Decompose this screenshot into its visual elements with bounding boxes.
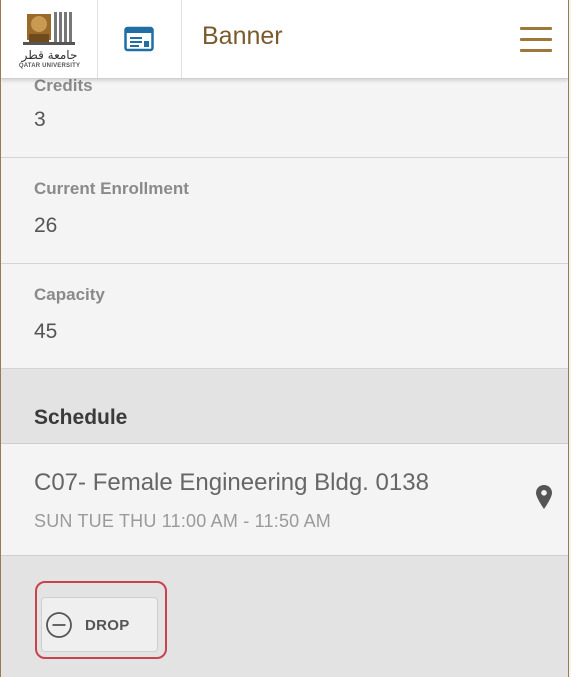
minus-circle-icon (46, 612, 72, 638)
logo-english-text: QATAR UNIVERSITY (18, 63, 81, 69)
field-value-capacity: 45 (34, 320, 58, 343)
field-current-enrollment: Current Enrollment 26 (1, 158, 568, 264)
schedule-heading: Schedule (34, 406, 128, 429)
university-logo[interactable]: جامعة قطر QATAR UNIVERSITY (1, 0, 98, 78)
schedule-time: SUN TUE THU 11:00 AM - 11:50 AM (34, 511, 331, 531)
drop-button[interactable]: DROP (41, 597, 158, 652)
field-capacity: Capacity 45 (1, 264, 568, 369)
field-value-current-enrollment: 26 (34, 214, 58, 237)
id-card-icon (124, 26, 154, 52)
menu-bar-top (520, 27, 552, 30)
menu-bar-bottom (520, 49, 552, 52)
app-icon-button[interactable] (98, 0, 182, 78)
qatar-university-logo-icon (23, 12, 75, 45)
menu-bar-middle (520, 38, 552, 41)
schedule-location: C07- Female Engineering Bldg. 0138 (34, 469, 429, 496)
field-label-capacity: Capacity (34, 285, 105, 304)
page-title: Banner (202, 22, 283, 50)
schedule-section-header: Schedule (1, 369, 568, 444)
field-label-current-enrollment: Current Enrollment (34, 179, 189, 198)
map-pin-icon[interactable] (536, 485, 552, 509)
field-value-credits: 3 (34, 108, 46, 131)
schedule-row[interactable]: C07- Female Engineering Bldg. 0138 SUN T… (1, 444, 568, 556)
top-header: جامعة قطر QATAR UNIVERSITY Banner (1, 0, 568, 79)
logo-arabic-text: جامعة قطر (21, 48, 78, 62)
drop-button-label: DROP (85, 617, 130, 634)
hamburger-menu-button[interactable] (516, 22, 556, 58)
field-label-credits: Credits (34, 76, 93, 95)
app-frame: جامعة قطر QATAR UNIVERSITY Banner Credit… (0, 0, 569, 677)
